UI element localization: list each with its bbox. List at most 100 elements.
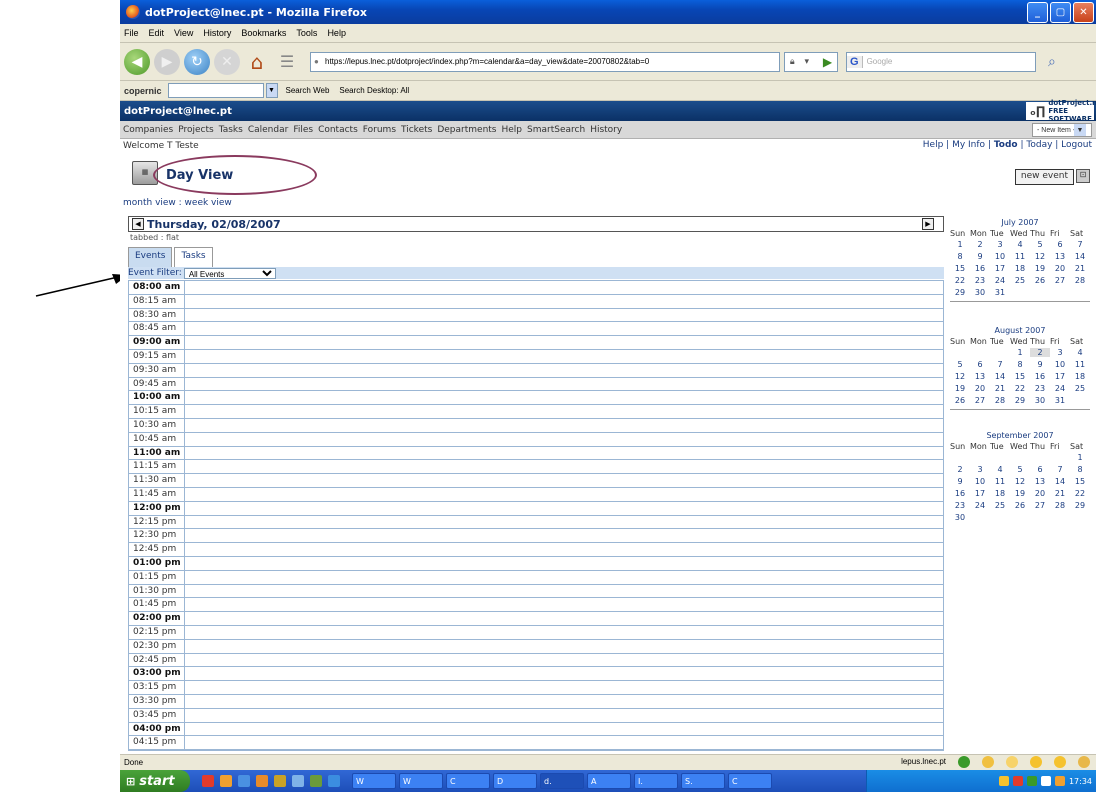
view-links[interactable]: month view : week view [123, 198, 232, 208]
calendar-day[interactable]: 7 [990, 360, 1010, 369]
calendar-day[interactable]: 14 [1070, 252, 1090, 261]
calendar-day[interactable]: 22 [1010, 384, 1030, 393]
time-slot-row[interactable]: 02:00 pm [129, 612, 943, 626]
nav-calendar[interactable]: Calendar [248, 125, 288, 135]
time-slot-cell[interactable] [185, 281, 943, 294]
stop-icon[interactable]: ✕ [214, 48, 240, 75]
time-slot-row[interactable]: 08:30 am [129, 308, 943, 323]
calendar-day[interactable]: 3 [1050, 348, 1070, 357]
myinfo-link[interactable]: My Info [952, 140, 985, 150]
nav-tickets[interactable]: Tickets [401, 125, 432, 135]
calendar-day[interactable]: 15 [1010, 372, 1030, 381]
calendar-day[interactable]: 23 [1030, 384, 1050, 393]
calendar-day[interactable]: 19 [950, 384, 970, 393]
time-slot-row[interactable]: 11:15 am [129, 460, 943, 475]
calendar-day[interactable]: 28 [1050, 501, 1070, 510]
new-item-select[interactable]: - New Item - ▼ [1032, 123, 1092, 137]
calendar-day[interactable]: 20 [1050, 264, 1070, 273]
copernic-logo[interactable]: copernic [124, 86, 162, 96]
nav-tasks[interactable]: Tasks [219, 125, 243, 135]
taskbar-button[interactable]: C [446, 773, 490, 789]
calendar-day[interactable]: 24 [1050, 384, 1070, 393]
app-icon[interactable] [310, 775, 322, 787]
time-slot-cell[interactable] [185, 571, 943, 584]
nav-help[interactable]: Help [502, 125, 523, 135]
calendar-day[interactable]: 1 [950, 240, 970, 249]
time-slot-cell[interactable] [185, 640, 943, 653]
calendar-day[interactable]: 16 [1030, 372, 1050, 381]
calendar-day[interactable]: 5 [950, 360, 970, 369]
time-slot-row[interactable]: 12:00 pm [129, 501, 943, 516]
calendar-day[interactable]: 2 [970, 240, 990, 249]
tray-icon[interactable] [1054, 776, 1065, 786]
calendar-day[interactable]: 4 [1070, 348, 1090, 357]
calendar-day[interactable]: 13 [970, 372, 990, 381]
time-slot-cell[interactable] [185, 488, 943, 501]
calendar-day[interactable]: 21 [1070, 264, 1090, 273]
time-slot-row[interactable]: 10:15 am [129, 405, 943, 419]
search-icon[interactable]: ⌕ [1048, 54, 1056, 70]
mini-calendar-title[interactable]: July 2007 [950, 218, 1090, 227]
calendar-day[interactable]: 4 [1010, 240, 1030, 249]
cloud-icon[interactable] [1078, 756, 1090, 768]
todo-link[interactable]: Todo [994, 140, 1018, 150]
tray-icon[interactable] [1040, 776, 1051, 786]
time-slot-row[interactable]: 01:45 pm [129, 598, 943, 613]
menu-tools[interactable]: Tools [296, 28, 317, 38]
time-slot-row[interactable]: 09:45 am [129, 377, 943, 392]
calendar-day[interactable]: 3 [970, 465, 990, 474]
calendar-day[interactable]: 14 [990, 372, 1010, 381]
calendar-day[interactable]: 11 [990, 477, 1010, 486]
time-slot-cell[interactable] [185, 736, 943, 749]
nav-smartsearch[interactable]: SmartSearch [527, 125, 585, 135]
time-slot-cell[interactable] [185, 405, 943, 418]
maximize-button[interactable]: ▢ [1050, 1, 1071, 23]
nav-forums[interactable]: Forums [363, 125, 396, 135]
mini-calendar-title[interactable]: August 2007 [950, 326, 1090, 335]
tab-tasks[interactable]: Tasks [174, 247, 213, 267]
calendar-day[interactable]: 31 [1050, 396, 1070, 405]
minimize-button[interactable]: _ [1027, 1, 1048, 23]
calendar-day[interactable]: 28 [1070, 276, 1090, 285]
sun-icon[interactable] [1054, 756, 1066, 768]
calendar-day[interactable]: 13 [1050, 252, 1070, 261]
tray-icon[interactable] [998, 776, 1009, 786]
taskbar-button[interactable]: W [399, 773, 443, 789]
back-icon[interactable]: ◀ [124, 48, 150, 75]
menu-bookmarks[interactable]: Bookmarks [241, 28, 286, 38]
calendar-day[interactable]: 11 [1070, 360, 1090, 369]
menu-history[interactable]: History [203, 28, 231, 38]
menu-file[interactable]: File [124, 28, 139, 38]
time-slot-cell[interactable] [185, 695, 943, 708]
calendar-day[interactable]: 16 [950, 489, 970, 498]
taskbar-button[interactable]: A [587, 773, 631, 789]
time-slot-row[interactable]: 11:30 am [129, 474, 943, 488]
calendar-day[interactable]: 12 [950, 372, 970, 381]
nav-projects[interactable]: Projects [178, 125, 213, 135]
calendar-day[interactable]: 17 [970, 489, 990, 498]
tray-icon[interactable] [1012, 776, 1023, 786]
copernic-input[interactable] [167, 83, 264, 98]
logout-link[interactable]: Logout [1061, 140, 1092, 150]
taskbar-button[interactable]: I. [634, 773, 678, 789]
calendar-day[interactable]: 30 [1030, 396, 1050, 405]
time-slot-cell[interactable] [185, 598, 943, 611]
time-slot-cell[interactable] [185, 350, 943, 363]
calendar-day[interactable]: 3 [990, 240, 1010, 249]
nav-departments[interactable]: Departments [437, 125, 496, 135]
calendar-day[interactable]: 26 [1030, 276, 1050, 285]
time-slot-cell[interactable] [185, 322, 943, 335]
calendar-day[interactable]: 17 [990, 264, 1010, 273]
calendar-day[interactable]: 9 [950, 477, 970, 486]
weather-icon[interactable] [982, 756, 994, 768]
home-icon[interactable]: ⌂ [244, 49, 270, 75]
calendar-day[interactable]: 22 [1070, 489, 1090, 498]
app-icon[interactable] [238, 775, 250, 787]
taskbar-button[interactable]: C [728, 773, 772, 789]
dropdown-icon[interactable]: ▾ [805, 57, 810, 67]
time-slot-cell[interactable] [185, 612, 943, 625]
folder-icon[interactable] [292, 775, 304, 787]
taskbar-button[interactable]: d. [540, 773, 584, 789]
time-slot-row[interactable]: 09:00 am [129, 336, 943, 350]
calendar-day[interactable]: 8 [1010, 360, 1030, 369]
